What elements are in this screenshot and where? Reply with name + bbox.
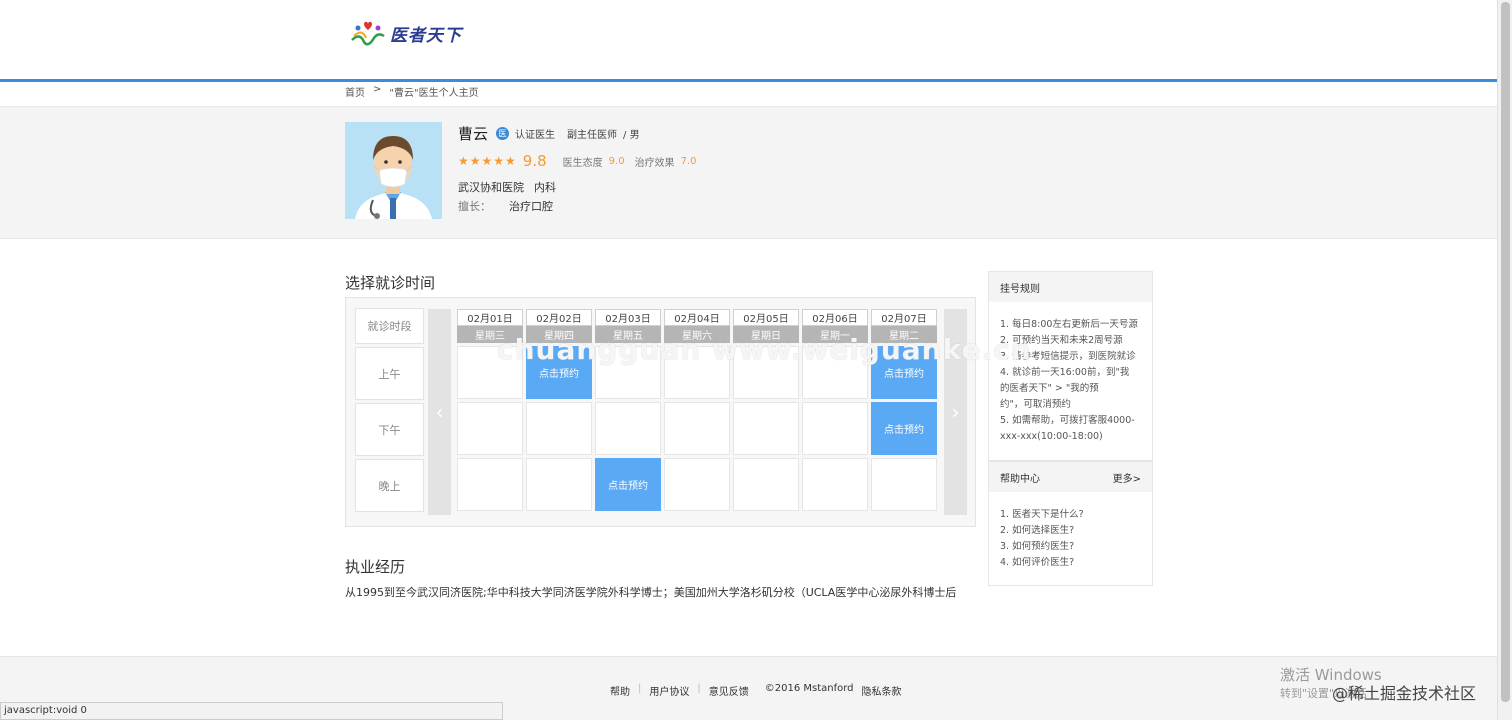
- page-scrollbar[interactable]: [1497, 0, 1512, 720]
- day-date: 02月02日: [526, 309, 592, 326]
- help-item-link[interactable]: 3. 如何预约医生?: [1000, 539, 1142, 555]
- career-text: 从1995到至今武汉同济医院;华中科技大学同济医学院外科学博士；美国加州大学洛杉…: [345, 586, 957, 599]
- empty-slot: [802, 402, 868, 455]
- effect-label: 治疗效果: [634, 157, 675, 169]
- rules-list: 1. 每日8:00左右更新后一天号源 2. 可预约当天和未来2周号源 3. 请参考短…: [989, 302, 1152, 455]
- doctor-avatar: [345, 122, 442, 219]
- day-date: 02月04日: [664, 309, 730, 326]
- footer-divider: |: [638, 683, 642, 694]
- help-item-link[interactable]: 2. 如何选择医生?: [1000, 523, 1142, 539]
- doctor-info: 曹云 医 认证医生 副主任医师 / 男 ★★★★★ 9.8 医生态度 9.0 治…: [458, 123, 696, 214]
- help-title: 帮助中心: [1000, 473, 1040, 485]
- specialty-value: 治疗口腔: [509, 200, 553, 213]
- certified-icon: 医: [496, 127, 510, 140]
- site-watermark: chuangguan www.weiguanke.cn: [497, 333, 1032, 366]
- site-logo[interactable]: 医者天下: [350, 18, 462, 48]
- empty-slot: [526, 402, 592, 455]
- breadcrumb: 首页 > "曹云"医生个人主页: [345, 84, 479, 99]
- rule-item: 约"，可取消预约: [1000, 399, 1071, 410]
- empty-slot: [595, 402, 661, 455]
- help-item-link[interactable]: 4. 如何评价医生?: [1000, 555, 1142, 571]
- book-slot-button[interactable]: 点击预约: [595, 458, 661, 511]
- day-date: 02月03日: [595, 309, 661, 326]
- rule-item: 1. 每日8:00左右更新后一天号源: [1000, 319, 1138, 330]
- help-more-link[interactable]: 更多>: [1113, 470, 1141, 485]
- day-date: 02月01日: [457, 309, 523, 326]
- doctor-name: 曹云: [458, 125, 489, 143]
- slot-header: 就诊时段: [355, 308, 424, 344]
- copyright-text: ©2016 Mstanford: [764, 683, 854, 694]
- rating-score: 9.8: [522, 152, 547, 170]
- help-panel: 帮助中心 更多> 1. 医者天下是什么? 2. 如何选择医生? 3. 如何预约医生?…: [988, 461, 1153, 586]
- empty-slot: [733, 402, 799, 455]
- rules-header: 挂号规则: [989, 272, 1152, 302]
- book-slot-button[interactable]: 点击预约: [871, 402, 937, 455]
- site-header: 医者天下: [0, 0, 1497, 80]
- breadcrumb-separator: >: [373, 84, 382, 95]
- specialty-label: 擅长：: [458, 200, 491, 213]
- help-header: 帮助中心 更多>: [989, 462, 1152, 492]
- footer-links: 帮助 | 用户协议 | 意见反馈 ©2016 Mstanford 隐私条款: [610, 683, 902, 698]
- day-date: 02月06日: [802, 309, 868, 326]
- attitude-value: 9.0: [608, 155, 625, 167]
- schedule-table: 就诊时段 上午 下午 晚上 ‹ 02月01日 星期三 02月02日 星期四 点击预约 02…: [345, 297, 976, 527]
- schedule-title: 选择就诊时间: [345, 274, 436, 292]
- slot-evening: 晚上: [355, 459, 424, 512]
- browser-status-bar: javascript:void 0: [0, 702, 503, 720]
- day-date: 02月07日: [871, 309, 937, 326]
- logo-text: 医者天下: [390, 25, 462, 46]
- logo-icon: [350, 18, 386, 48]
- rating-stars-icon: ★★★★★: [458, 154, 517, 168]
- empty-slot: [457, 402, 523, 455]
- department-name: 内科: [534, 181, 556, 194]
- day-date: 02月05日: [733, 309, 799, 326]
- rule-item: 的医者天下" > "我的预: [1000, 383, 1099, 394]
- scrollbar-thumb[interactable]: [1501, 2, 1510, 702]
- help-list: 1. 医者天下是什么? 2. 如何选择医生? 3. 如何预约医生? 4. 如何评价医生…: [989, 492, 1152, 581]
- empty-slot: [664, 458, 730, 511]
- effect-value: 7.0: [680, 155, 697, 167]
- footer-link-terms[interactable]: 用户协议: [649, 683, 689, 698]
- hospital-name: 武汉协和医院: [458, 181, 524, 194]
- rules-panel: 挂号规则 1. 每日8:00左右更新后一天号源 2. 可预约当天和未来2周号源 3.…: [988, 271, 1153, 461]
- certified-label: 认证医生: [515, 130, 556, 141]
- slot-afternoon: 下午: [355, 403, 424, 456]
- juejin-watermark: @稀土掘金技术社区: [1332, 684, 1477, 703]
- empty-slot: [457, 458, 523, 511]
- empty-slot: [526, 458, 592, 511]
- career-title: 执业经历: [345, 558, 406, 576]
- attitude-label: 医生态度: [562, 157, 603, 169]
- doctor-title: 副主任医师: [567, 130, 618, 141]
- rules-title: 挂号规则: [1000, 283, 1040, 295]
- empty-slot: [871, 458, 937, 511]
- rule-item: xxx-xxx(10:00-18:00): [1000, 431, 1103, 442]
- breadcrumb-current: "曹云"医生个人主页: [389, 88, 479, 99]
- chevron-left-icon: ‹: [435, 400, 444, 424]
- empty-slot: [664, 402, 730, 455]
- rule-item: 5. 如需帮助，可拨打客服4000-: [1000, 415, 1135, 426]
- empty-slot: [733, 458, 799, 511]
- empty-slot: [802, 458, 868, 511]
- slot-column: 就诊时段 上午 下午 晚上: [355, 308, 424, 515]
- slot-morning: 上午: [355, 347, 424, 400]
- rule-item: 4. 就诊前一天16:00前，到"我: [1000, 367, 1130, 378]
- header-divider: [0, 79, 1497, 82]
- footer-link-privacy[interactable]: 隐私条款: [862, 683, 902, 698]
- chevron-right-icon: ›: [951, 400, 960, 424]
- doctor-profile-banner: 曹云 医 认证医生 副主任医师 / 男 ★★★★★ 9.8 医生态度 9.0 治…: [0, 106, 1497, 239]
- footer-link-feedback[interactable]: 意见反馈: [709, 683, 749, 698]
- prev-week-button[interactable]: ‹: [428, 309, 451, 515]
- breadcrumb-home[interactable]: 首页: [345, 84, 365, 99]
- help-item-link[interactable]: 1. 医者天下是什么?: [1000, 507, 1142, 523]
- footer-link-help[interactable]: 帮助: [610, 683, 630, 698]
- doctor-gender: / 男: [623, 130, 640, 141]
- footer-divider: |: [697, 683, 701, 694]
